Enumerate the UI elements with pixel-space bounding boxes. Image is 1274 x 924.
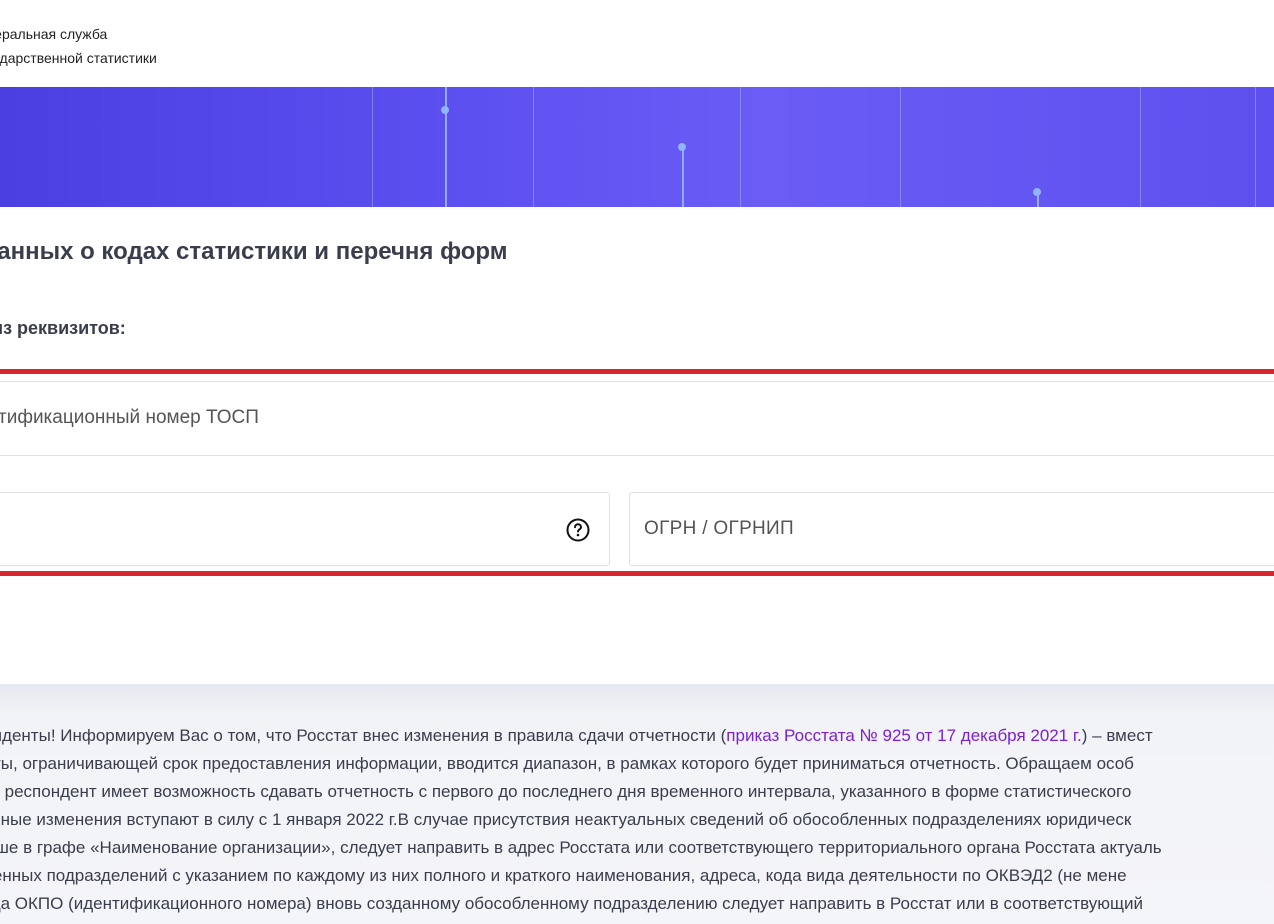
- notice-line: что респондент имеет возможность сдавать…: [0, 782, 1132, 801]
- notice-line: даты, ограничивающей срок предоставления…: [0, 754, 1134, 773]
- logo-line-1: деральная служба: [0, 26, 108, 42]
- ogrn-field-placeholder: ОГРН / ОГРНИП: [644, 518, 794, 539]
- banner-decor-line: [1255, 87, 1256, 207]
- banner-decor-dot: [678, 143, 686, 151]
- site-logo-text[interactable]: деральная служба сударственной статистик…: [0, 22, 157, 70]
- banner-decor-line: [740, 87, 741, 207]
- notice-text-segment: ) – вмест: [1081, 726, 1153, 745]
- tosp-id-field[interactable]: тификационный номер ТОСП: [0, 381, 1274, 456]
- notice-text: понденты! Информируем Вас о том, что Рос…: [0, 722, 1274, 918]
- banner-decor-line: [445, 87, 447, 207]
- page-title: данных о кодах статистики и перечня форм: [0, 238, 508, 265]
- tosp-id-field-text: тификационный номер ТОСП: [0, 407, 259, 428]
- banner-decor-dot: [441, 106, 449, 114]
- ogrn-field[interactable]: ОГРН / ОГРНИП: [629, 492, 1274, 566]
- requisites-section-label: из реквизитов:: [0, 318, 126, 338]
- banner-decor-dot: [1033, 188, 1041, 196]
- highlight-rule-top: [0, 369, 1274, 374]
- notice-text-segment: понденты! Информируем Вас о том, что Рос…: [0, 726, 727, 745]
- notice-line: выше в графе «Наименование организации»,…: [0, 838, 1162, 857]
- inn-field[interactable]: [0, 492, 610, 566]
- notice-line: бленных подразделений с указанием по каж…: [0, 866, 1127, 885]
- notice-line: понденты! Информируем Вас о том, что Рос…: [0, 722, 1274, 750]
- hero-banner: [0, 87, 1274, 207]
- notice-line: занные изменения вступают в силу с 1 янв…: [0, 810, 1132, 829]
- banner-decor-line: [533, 87, 534, 207]
- logo-line-2: сударственной статистики: [0, 50, 157, 66]
- order-link[interactable]: приказ Росстата № 925 от 17 декабря 2021…: [726, 726, 1081, 745]
- question-circle-icon[interactable]: [566, 518, 590, 542]
- banner-decor-line: [1140, 87, 1141, 207]
- highlight-rule-bottom: [0, 571, 1274, 576]
- banner-decor-line: [682, 147, 684, 207]
- banner-decor-line: [900, 87, 901, 207]
- banner-decor-line: [372, 87, 373, 207]
- notice-line: кода ОКПО (идентификационного номера) вн…: [0, 894, 1144, 913]
